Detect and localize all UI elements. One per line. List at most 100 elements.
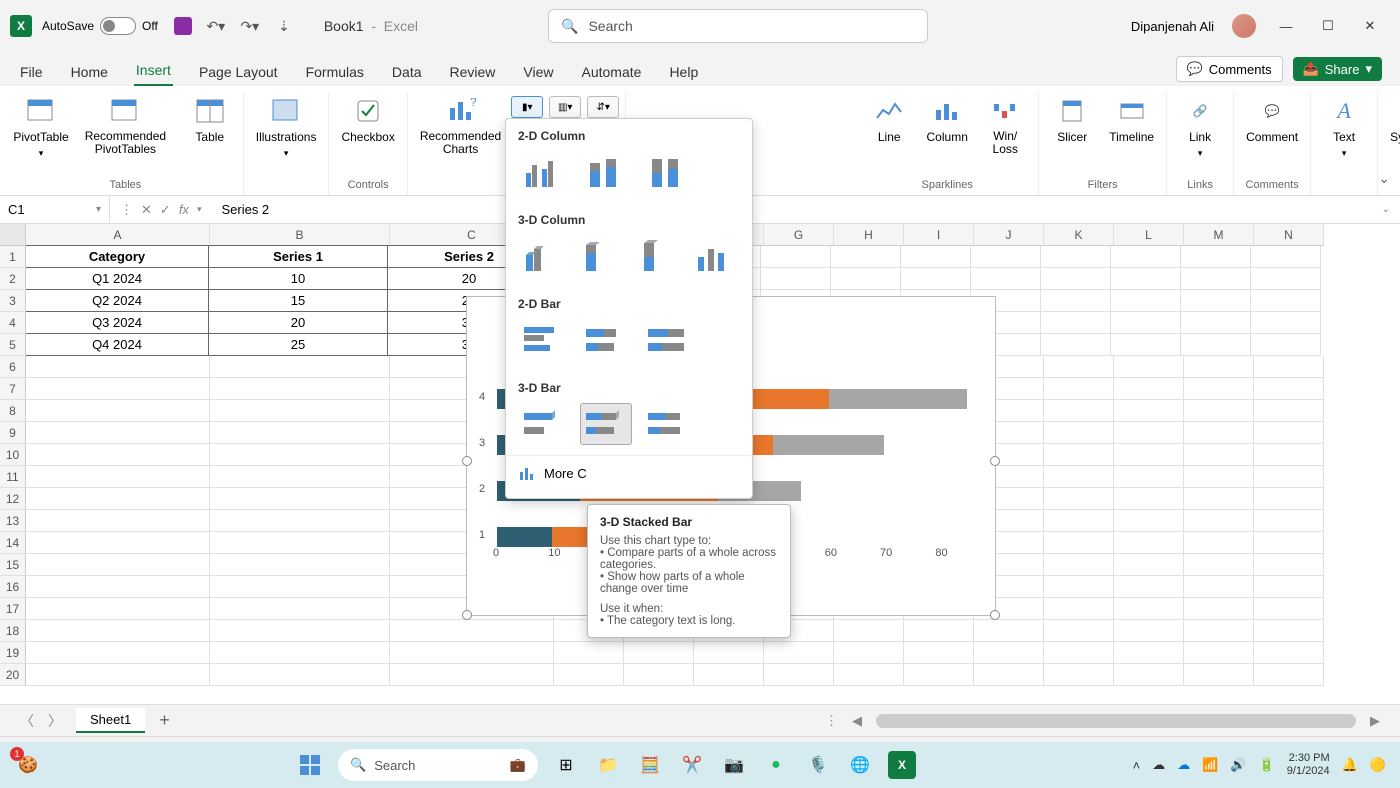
chart-type-stacked-column[interactable] — [580, 151, 632, 193]
symbols-button[interactable]: ΩSymbols▾ — [1384, 92, 1400, 163]
sparkline-line-button[interactable]: Line — [862, 92, 916, 148]
sparkline-column-button[interactable]: Column — [920, 92, 974, 148]
user-name[interactable]: Dipanjenah Ali — [1131, 19, 1214, 34]
chrome-icon[interactable]: 🌐 — [846, 751, 874, 779]
hscroll-left-icon[interactable]: ◀ — [852, 713, 862, 729]
chart-type-3d-100-stacked-column[interactable] — [634, 235, 682, 277]
insert-hierarchy-chart-button[interactable]: ▥▾ — [549, 96, 581, 118]
comments-button[interactable]: 💬 Comments — [1176, 56, 1283, 82]
table-button[interactable]: Table — [183, 92, 237, 148]
chart-type-tooltip: 3-D Stacked Bar Use this chart type to: … — [587, 504, 791, 638]
recommended-charts-button[interactable]: ? Recommended Charts — [414, 92, 507, 160]
recommended-pivottables-button[interactable]: Recommended PivotTables — [72, 92, 179, 160]
excel-taskbar-icon[interactable]: X — [888, 751, 916, 779]
comment-button[interactable]: 💬Comment — [1240, 92, 1304, 148]
task-view-icon[interactable]: ⊞ — [552, 751, 580, 779]
tab-insert[interactable]: Insert — [134, 56, 173, 86]
chart-type-3d-clustered-bar[interactable] — [518, 403, 570, 445]
search-input[interactable]: 🔍 Search — [548, 9, 928, 43]
onedrive-icon[interactable]: ☁ — [1177, 757, 1190, 773]
qat-overflow-icon[interactable]: ⇣ — [274, 16, 294, 36]
text-button[interactable]: AText▾ — [1317, 92, 1371, 163]
sheet-tab-active[interactable]: Sheet1 — [76, 708, 145, 733]
search-icon: 🔍 — [561, 18, 578, 35]
sheet-next-icon[interactable]: 〉 — [48, 711, 62, 731]
sheet-prev-icon[interactable]: 〈 — [20, 711, 34, 731]
link-button[interactable]: 🔗Link▾ — [1173, 92, 1227, 163]
wifi-icon[interactable]: 📶 — [1202, 757, 1218, 773]
minimize-icon[interactable]: — — [1274, 14, 1298, 38]
hscroll-right-icon[interactable]: ▶ — [1370, 713, 1380, 729]
horizontal-scrollbar[interactable] — [876, 714, 1356, 728]
redo-icon[interactable]: ↷▾ — [240, 16, 260, 36]
tab-home[interactable]: Home — [69, 58, 110, 86]
insert-waterfall-chart-button[interactable]: ⇵▾ — [587, 96, 619, 118]
undo-icon[interactable]: ↶▾ — [206, 16, 226, 36]
timeline-button[interactable]: Timeline — [1103, 92, 1160, 148]
chart-type-3d-column[interactable] — [692, 235, 740, 277]
chart-type-100-stacked-bar[interactable] — [642, 319, 694, 361]
clock[interactable]: 2:30 PM 9/1/2024 — [1287, 752, 1330, 778]
tab-help[interactable]: Help — [667, 58, 700, 86]
insert-column-chart-button[interactable]: ▮▾ — [511, 96, 543, 118]
chart-type-3d-stacked-bar[interactable] — [580, 403, 632, 445]
chart-type-menu[interactable]: 2-D Column 3-D Column 2-D Bar 3-D Bar Mo… — [505, 118, 753, 499]
pivottable-button[interactable]: PivotTable▾ — [14, 92, 68, 163]
add-sheet-icon[interactable]: + — [159, 710, 170, 731]
save-icon[interactable] — [174, 17, 192, 35]
tab-view[interactable]: View — [521, 58, 555, 86]
share-button[interactable]: 📤 Share ▾ — [1293, 57, 1382, 81]
quick-access-toolbar: ↶▾ ↷▾ ⇣ — [174, 16, 294, 36]
checkbox-button[interactable]: Checkbox — [335, 92, 400, 148]
volume-icon[interactable]: 🔊 — [1230, 757, 1246, 773]
tab-automate[interactable]: Automate — [580, 58, 644, 86]
autosave-toggle[interactable]: AutoSave Off — [42, 17, 158, 35]
chart-type-3d-100-stacked-bar[interactable] — [642, 403, 694, 445]
tab-file[interactable]: File — [18, 58, 45, 86]
tooltip-title: 3-D Stacked Bar — [600, 515, 778, 529]
notifications-icon[interactable]: 🔔 — [1342, 757, 1358, 773]
sparkline-winloss-button[interactable]: Win/ Loss — [978, 92, 1032, 160]
more-column-charts-button[interactable]: More C — [506, 455, 752, 490]
battery-icon[interactable]: 🔋 — [1259, 757, 1275, 773]
tab-data[interactable]: Data — [390, 58, 424, 86]
mic-icon[interactable]: 🎙️ — [804, 751, 832, 779]
formula-options-icon[interactable]: ⋮ — [120, 202, 133, 218]
taskbar-weather-icon[interactable]: 🍪1 — [14, 751, 42, 779]
chart-type-100-stacked-column[interactable] — [642, 151, 694, 193]
tab-formulas[interactable]: Formulas — [304, 58, 366, 86]
camera-icon[interactable]: 📷 — [720, 751, 748, 779]
calculator-icon[interactable]: 🧮 — [636, 751, 664, 779]
sheet-options-icon[interactable]: ⋮ — [825, 713, 838, 729]
tab-pagelayout[interactable]: Page Layout — [197, 58, 280, 86]
snipping-tool-icon[interactable]: ✂️ — [678, 751, 706, 779]
start-icon[interactable] — [296, 751, 324, 779]
table-icon — [193, 96, 227, 126]
toggle-icon[interactable] — [100, 17, 136, 35]
chart-type-clustered-bar[interactable] — [518, 319, 570, 361]
taskbar-search[interactable]: 🔍Search💼 — [338, 749, 538, 781]
cancel-icon[interactable]: ✕ — [141, 202, 152, 218]
chart-type-3d-stacked-column[interactable] — [576, 235, 624, 277]
tab-review[interactable]: Review — [448, 58, 498, 86]
copilot-icon[interactable]: 🟡 — [1370, 757, 1386, 773]
spotify-icon[interactable]: ● — [762, 751, 790, 779]
expand-formula-bar-icon[interactable]: ⌄ — [1372, 204, 1400, 215]
slicer-icon — [1055, 96, 1089, 126]
close-icon[interactable]: ✕ — [1358, 14, 1382, 38]
ribbon-collapse-icon[interactable]: ⌄ — [1378, 170, 1390, 187]
slicer-button[interactable]: Slicer — [1045, 92, 1099, 148]
file-explorer-icon[interactable]: 📁 — [594, 751, 622, 779]
cloud-icon[interactable]: ☁ — [1152, 757, 1165, 773]
illustrations-button[interactable]: Illustrations▾ — [250, 92, 323, 163]
maximize-icon[interactable]: ☐ — [1316, 14, 1340, 38]
enter-icon[interactable]: ✓ — [160, 202, 171, 218]
tray-overflow-icon[interactable]: ˄ — [1133, 758, 1141, 773]
chart-type-3d-clustered-column[interactable] — [518, 235, 566, 277]
chart-type-stacked-bar[interactable] — [580, 319, 632, 361]
formula-input[interactable]: Series 2 — [211, 202, 1371, 217]
chart-type-clustered-column[interactable] — [518, 151, 570, 193]
fx-icon[interactable]: fx — [179, 202, 189, 217]
name-box[interactable]: C1 ▾ — [0, 196, 110, 223]
avatar[interactable] — [1232, 14, 1256, 38]
